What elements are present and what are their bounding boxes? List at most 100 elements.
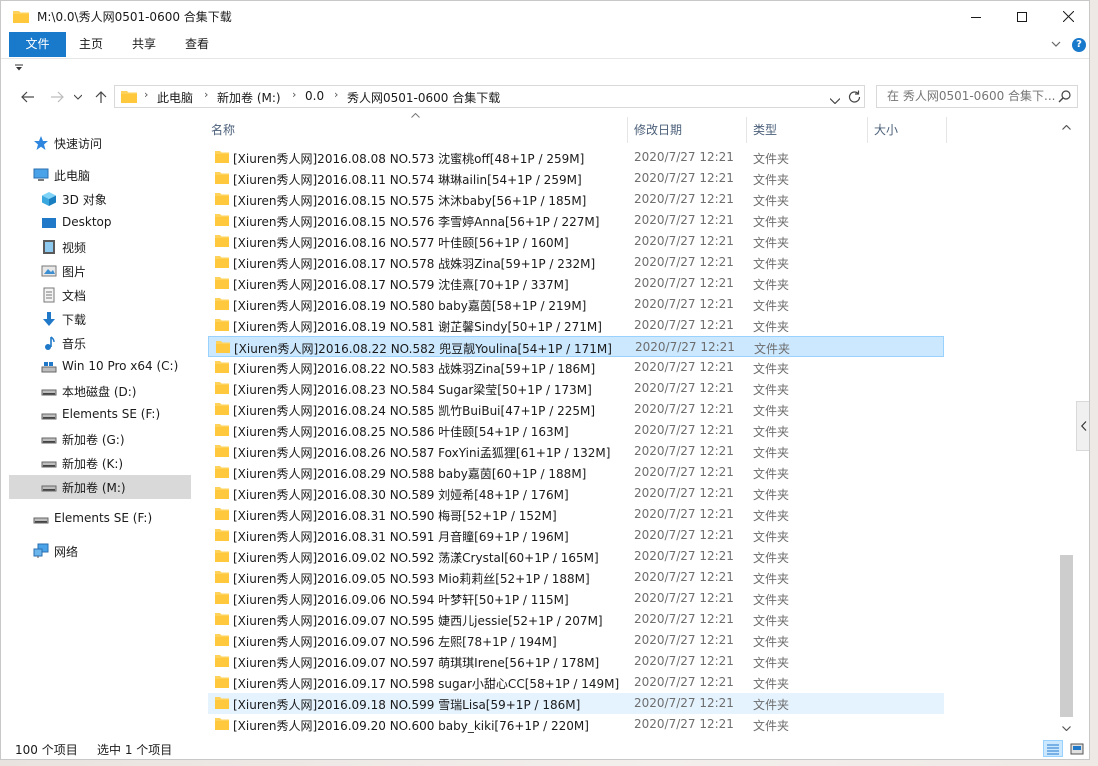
nav-item-drive-f[interactable]: Elements SE (F:) [9, 403, 191, 427]
breadcrumb-item[interactable]: 新加卷 (M:) [217, 89, 281, 106]
breadcrumb-separator-icon[interactable]: › [144, 88, 148, 101]
column-divider[interactable] [867, 117, 868, 143]
tab-home[interactable]: 主页 [67, 32, 115, 57]
maximize-button[interactable] [999, 1, 1045, 32]
folder-icon [215, 696, 229, 713]
nav-item-drive-m[interactable]: 新加卷 (M:) [9, 475, 191, 499]
file-row[interactable]: [Xiuren秀人网]2016.09.18 NO.599 雪瑞Lisa[59+1… [208, 693, 944, 714]
chevron-down-icon[interactable] [1051, 38, 1061, 52]
search-icon[interactable] [1058, 90, 1071, 106]
file-type: 文件夹 [753, 698, 790, 712]
help-icon[interactable]: ? [1072, 38, 1086, 52]
file-row[interactable]: [Xiuren秀人网]2016.09.07 NO.595 婕西儿jessie[5… [208, 609, 944, 630]
file-type: 文件夹 [753, 467, 790, 481]
nav-item-drive-g[interactable]: 新加卷 (G:) [9, 427, 191, 451]
refresh-icon[interactable] [848, 90, 861, 106]
search-input[interactable] [887, 89, 1057, 103]
column-header-type[interactable]: 类型 [753, 119, 777, 143]
file-row[interactable]: [Xiuren秀人网]2016.08.15 NO.576 李雪婷Anna[56+… [208, 210, 944, 231]
nav-item-drive-k[interactable]: 新加卷 (K:) [9, 451, 191, 475]
up-button[interactable] [91, 87, 111, 107]
back-button[interactable] [18, 87, 38, 107]
column-divider[interactable] [746, 117, 747, 143]
tab-file[interactable]: 文件 [9, 32, 66, 57]
file-row[interactable]: [Xiuren秀人网]2016.08.31 NO.590 梅哥[52+1P / … [208, 504, 944, 525]
file-row[interactable]: [Xiuren秀人网]2016.08.24 NO.585 凯竹BuiBui[47… [208, 399, 944, 420]
nav-item-drive-c[interactable]: Win 10 Pro x64 (C:) [9, 355, 191, 379]
vertical-scrollbar[interactable] [1058, 119, 1075, 737]
ribbon-divider [1, 58, 1089, 59]
file-row[interactable]: [Xiuren秀人网]2016.08.22 NO.582 兜豆靓Youlina[… [208, 336, 944, 357]
nav-item-drive-d[interactable]: 本地磁盘 (D:) [9, 379, 191, 403]
tab-share[interactable]: 共享 [120, 32, 168, 57]
file-row[interactable]: [Xiuren秀人网]2016.09.17 NO.598 sugar小甜心CC[… [208, 672, 944, 693]
column-header-date[interactable]: 修改日期 [634, 119, 682, 143]
nav-item-label: Desktop [62, 215, 112, 229]
tab-view[interactable]: 查看 [173, 32, 221, 57]
breadcrumb-separator-icon[interactable]: › [334, 88, 338, 101]
nav-item-downloads[interactable]: 下载 [9, 307, 191, 331]
file-row[interactable]: [Xiuren秀人网]2016.08.31 NO.591 月音瞳[69+1P /… [208, 525, 944, 546]
file-row[interactable]: [Xiuren秀人网]2016.08.23 NO.584 Sugar梁莹[50+… [208, 378, 944, 399]
recent-locations-button[interactable] [71, 87, 85, 107]
scrollbar-thumb[interactable] [1060, 555, 1073, 717]
file-row[interactable]: [Xiuren秀人网]2016.08.22 NO.583 战姝羽Zina[59+… [208, 357, 944, 378]
file-row[interactable]: [Xiuren秀人网]2016.08.08 NO.573 沈蜜桃off[48+1… [208, 147, 944, 168]
nav-item-label: 3D 对象 [62, 193, 107, 207]
file-name: [Xiuren秀人网]2016.08.17 NO.579 沈佳熹[70+1P /… [233, 278, 569, 292]
minimize-button[interactable] [953, 1, 999, 32]
file-row[interactable]: [Xiuren秀人网]2016.08.17 NO.578 战姝羽Zina[59+… [208, 252, 944, 273]
breadcrumb-item[interactable]: 0.0 [305, 89, 324, 103]
nav-item-elements-drive[interactable]: Elements SE (F:) [9, 507, 191, 531]
nav-item-videos[interactable]: 视频 [9, 235, 191, 259]
file-row[interactable]: [Xiuren秀人网]2016.08.19 NO.581 谢芷馨Sindy[50… [208, 315, 944, 336]
file-row[interactable]: [Xiuren秀人网]2016.09.02 NO.592 荡漾Crystal[6… [208, 546, 944, 567]
file-row[interactable]: [Xiuren秀人网]2016.08.25 NO.586 叶佳颐[54+1P /… [208, 420, 944, 441]
details-view-button[interactable] [1043, 740, 1063, 757]
column-divider[interactable] [627, 117, 628, 143]
column-header-name[interactable]: 名称 [211, 119, 235, 143]
close-button[interactable] [1045, 1, 1089, 32]
file-row[interactable]: [Xiuren秀人网]2016.08.19 NO.580 baby嘉茵[58+1… [208, 294, 944, 315]
scroll-up-icon[interactable] [1058, 119, 1075, 136]
file-row[interactable]: [Xiuren秀人网]2016.08.26 NO.587 FoxYini孟狐狸[… [208, 441, 944, 462]
column-header-size[interactable]: 大小 [874, 119, 898, 143]
chevron-down-icon[interactable] [829, 93, 841, 107]
file-row[interactable]: [Xiuren秀人网]2016.09.06 NO.594 叶梦轩[50+1P /… [208, 588, 944, 609]
column-divider[interactable] [946, 117, 947, 143]
breadcrumb-item[interactable]: 此电脑 [157, 89, 193, 106]
nav-item-pictures[interactable]: 图片 [9, 259, 191, 283]
scroll-down-icon[interactable] [1058, 720, 1075, 737]
breadcrumb-separator-icon[interactable]: › [292, 88, 296, 101]
nav-item-label: 本地磁盘 (D:) [62, 385, 137, 399]
file-row[interactable]: [Xiuren秀人网]2016.08.29 NO.588 baby嘉茵[60+1… [208, 462, 944, 483]
file-row[interactable]: [Xiuren秀人网]2016.08.17 NO.579 沈佳熹[70+1P /… [208, 273, 944, 294]
breadcrumb-item[interactable]: 秀人网0501-0600 合集下载 [347, 89, 500, 106]
forward-button[interactable] [47, 87, 67, 107]
nav-item-3d-objects[interactable]: 3D 对象 [9, 187, 191, 211]
nav-item-documents[interactable]: 文档 [9, 283, 191, 307]
file-row[interactable]: [Xiuren秀人网]2016.08.16 NO.577 叶佳颐[56+1P /… [208, 231, 944, 252]
file-type: 文件夹 [754, 342, 791, 356]
preview-pane-toggle[interactable] [1076, 401, 1089, 451]
file-row[interactable]: [Xiuren秀人网]2016.09.07 NO.596 左熙[78+1P / … [208, 630, 944, 651]
nav-item-music[interactable]: 音乐 [9, 331, 191, 355]
file-row[interactable]: [Xiuren秀人网]2016.09.05 NO.593 Mio莉莉丝[52+1… [208, 567, 944, 588]
title-bar[interactable]: M:\0.0\秀人网0501-0600 合集下载 [1, 1, 1089, 32]
nav-item-desktop[interactable]: Desktop [9, 211, 191, 235]
file-row[interactable]: [Xiuren秀人网]2016.08.30 NO.589 刘娅希[48+1P /… [208, 483, 944, 504]
file-row[interactable]: [Xiuren秀人网]2016.09.07 NO.597 萌琪琪Irene[56… [208, 651, 944, 672]
file-row[interactable]: [Xiuren秀人网]2016.09.20 NO.600 baby_kiki[7… [208, 714, 944, 735]
file-type: 文件夹 [753, 215, 790, 229]
nav-item-this-pc[interactable]: 此电脑 [9, 163, 191, 187]
folder-icon [215, 360, 229, 377]
nav-item-network[interactable]: 网络 [9, 539, 191, 563]
file-row[interactable]: [Xiuren秀人网]2016.08.11 NO.574 琳琳ailin[54+… [208, 168, 944, 189]
breadcrumb-separator-icon[interactable]: › [204, 88, 208, 101]
nav-item-quick-access[interactable]: 快速访问 [9, 131, 191, 155]
large-icons-view-button[interactable] [1067, 740, 1087, 757]
search-box[interactable] [876, 85, 1078, 108]
address-bar[interactable]: › 此电脑 › 新加卷 (M:) › 0.0 › 秀人网0501-0600 合集… [114, 85, 865, 108]
quick-access-toolbar-icon[interactable] [15, 64, 23, 75]
file-row[interactable]: [Xiuren秀人网]2016.08.15 NO.575 沐沐baby[56+1… [208, 189, 944, 210]
